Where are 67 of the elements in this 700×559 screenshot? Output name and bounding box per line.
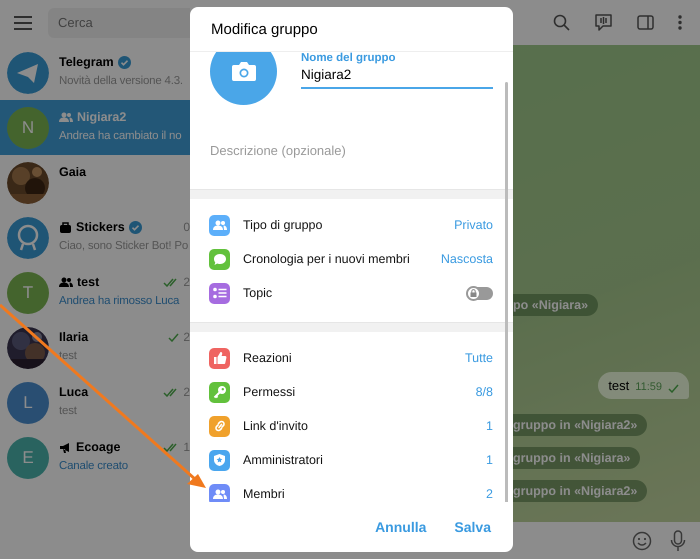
search-icon[interactable] (553, 14, 570, 31)
settings-row[interactable]: Permessi 8/8 (190, 375, 513, 409)
field-label: Nome del gruppo (301, 52, 397, 64)
chat-preview: Andrea ha rimosso Luca (59, 295, 180, 307)
chat-preview: Canale creato (59, 460, 128, 472)
chat-preview: Andrea ha cambiato il no (59, 130, 182, 142)
chat-name: test (77, 275, 100, 289)
row-label: Link d'invito (243, 419, 308, 433)
voice-chat-icon[interactable] (594, 13, 613, 32)
row-label: Tipo di gruppo (243, 218, 322, 232)
group-icon (59, 277, 73, 287)
chat-time: 0 (183, 220, 190, 234)
row-label: Permessi (243, 385, 296, 399)
row-value: 1 (486, 453, 493, 467)
chat-item[interactable]: Gaia (0, 155, 190, 210)
chat-name: Ilaria (59, 330, 88, 344)
megaphone-icon (59, 442, 72, 452)
menu-icon[interactable] (14, 16, 32, 30)
settings-row[interactable]: Reazioni Tutte (190, 341, 513, 375)
chat-item[interactable]: E Ecoage 1 Canale creato (0, 430, 190, 485)
message-time: 11:59 (635, 381, 662, 393)
more-icon[interactable] (678, 15, 682, 30)
row-label: Topic (243, 286, 272, 300)
chat-preview: Ciao, sono Sticker Bot! Po (59, 240, 188, 252)
chat-time: 2 (183, 275, 190, 289)
chat-name: Telegram (59, 55, 114, 69)
chat-item[interactable]: L Luca 2 test (0, 375, 190, 430)
settings-row[interactable]: Cronologia per i nuovi membri Nascosta (190, 242, 513, 276)
avatar: L (7, 382, 49, 424)
avatar: N (7, 106, 49, 148)
row-label: Cronologia per i nuovi membri (243, 252, 410, 266)
chat-preview: test (59, 405, 77, 417)
dialog-title: Modifica gruppo (211, 20, 318, 38)
camera-icon (230, 61, 256, 82)
avatar: E (7, 436, 49, 478)
chat-name: Luca (59, 385, 88, 399)
row-value: 8/8 (476, 385, 493, 399)
group-name-field[interactable]: Nigiara2 (301, 64, 493, 89)
row-value: 2 (486, 487, 493, 501)
scrollbar[interactable] (505, 82, 508, 502)
settings-row[interactable]: Tipo di gruppo Privato (190, 208, 513, 242)
chat-time: 2 (183, 330, 190, 344)
row-value: Nascosta (440, 252, 493, 266)
chat-item[interactable]: Stickers 0 Ciao, sono Sticker Bot! Po (0, 210, 190, 265)
chat-name: Stickers (76, 220, 125, 234)
chat-item[interactable]: T test 2 Andrea ha rimosso Luca (0, 265, 190, 320)
chat-item[interactable]: Telegram Novità della versione 4.3. (0, 45, 190, 100)
chat-name: Nigiara2 (77, 110, 126, 124)
row-value: Privato (454, 218, 493, 232)
row-label: Membri (243, 487, 285, 501)
sidebar-icon[interactable] (637, 15, 654, 30)
message-text: test (608, 378, 630, 393)
chat-name: Gaia (59, 165, 86, 179)
row-label: Amministratori (243, 453, 323, 467)
row-value: Tutte (464, 351, 493, 365)
emoji-icon[interactable] (632, 530, 652, 550)
toggle-switch[interactable] (467, 286, 493, 300)
group-icon (59, 112, 73, 122)
microphone-icon[interactable] (670, 530, 686, 552)
chat-preview: Novità della versione 4.3. (59, 75, 183, 87)
photo-button[interactable] (210, 52, 277, 105)
chat-name: Ecoage (76, 440, 120, 454)
avatar: T (7, 272, 49, 314)
chat-time: 1 (183, 440, 190, 454)
chat-time: 2 (183, 385, 190, 399)
row-value: 1 (486, 419, 493, 433)
row-label: Reazioni (243, 351, 292, 365)
